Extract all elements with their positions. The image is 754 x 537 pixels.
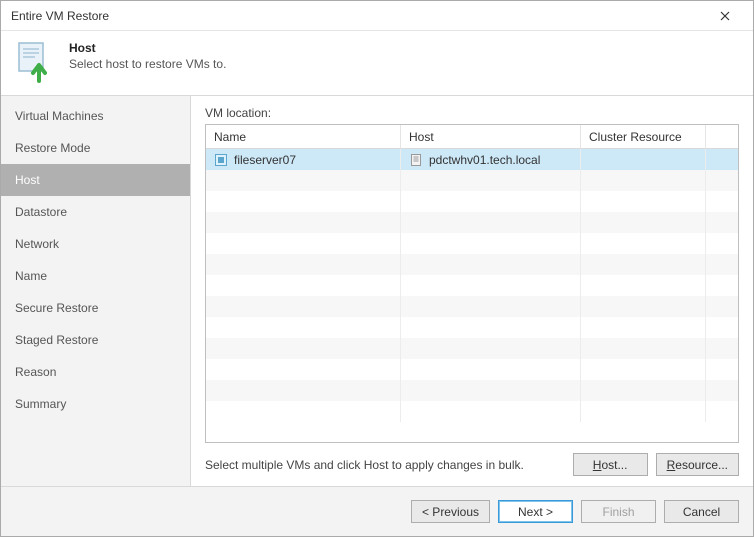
sidebar-item-datastore[interactable]: Datastore [1, 196, 190, 228]
page-subtitle: Select host to restore VMs to. [69, 57, 226, 71]
sidebar-item-staged-restore[interactable]: Staged Restore [1, 324, 190, 356]
cell-vm-name-text: fileserver07 [234, 153, 296, 167]
column-header-spacer [706, 125, 738, 148]
table-row-empty [206, 170, 738, 191]
titlebar: Entire VM Restore [1, 1, 753, 31]
hint-text: Select multiple VMs and click Host to ap… [205, 458, 565, 472]
sidebar-item-restore-mode[interactable]: Restore Mode [1, 132, 190, 164]
page-title: Host [69, 41, 226, 55]
column-header-host[interactable]: Host [401, 125, 581, 148]
resource-button[interactable]: Resource... [656, 453, 739, 476]
table-row-empty [206, 338, 738, 359]
sidebar-item-network[interactable]: Network [1, 228, 190, 260]
wizard-steps-sidebar: Virtual Machines Restore Mode Host Datas… [1, 96, 191, 486]
table-body: fileserver07 pdctwhv01.tech.local [206, 149, 738, 442]
sidebar-item-label: Virtual Machines [15, 109, 104, 123]
sidebar-item-label: Name [15, 269, 47, 283]
host-icon [409, 153, 423, 167]
table-row-empty [206, 359, 738, 380]
table-row-empty [206, 380, 738, 401]
sidebar-item-label: Datastore [15, 205, 67, 219]
hint-row: Select multiple VMs and click Host to ap… [205, 453, 739, 476]
main-panel: VM location: Name Host Cluster Resource … [191, 96, 753, 486]
table-row-empty [206, 401, 738, 422]
cell-spacer [706, 149, 738, 170]
finish-button-label: Finish [602, 505, 634, 519]
wizard-footer: < Previous Next > Finish Cancel [1, 486, 753, 536]
window-title: Entire VM Restore [11, 9, 705, 23]
table-row[interactable]: fileserver07 pdctwhv01.tech.local [206, 149, 738, 170]
sidebar-item-summary[interactable]: Summary [1, 388, 190, 420]
wizard-body: Virtual Machines Restore Mode Host Datas… [1, 96, 753, 486]
sidebar-item-name[interactable]: Name [1, 260, 190, 292]
sidebar-item-label: Secure Restore [15, 301, 98, 315]
sidebar-item-reason[interactable]: Reason [1, 356, 190, 388]
column-header-cluster[interactable]: Cluster Resource [581, 125, 706, 148]
cancel-button-label: Cancel [683, 505, 720, 519]
previous-button-label: < Previous [422, 505, 479, 519]
table-row-empty [206, 275, 738, 296]
next-button[interactable]: Next > [498, 500, 573, 523]
column-header-name[interactable]: Name [206, 125, 401, 148]
table-row-empty [206, 191, 738, 212]
finish-button: Finish [581, 500, 656, 523]
table-header-row: Name Host Cluster Resource [206, 125, 738, 149]
host-button[interactable]: Host... [573, 453, 648, 476]
sidebar-item-label: Staged Restore [15, 333, 98, 347]
restore-host-icon [15, 41, 55, 81]
sidebar-item-host[interactable]: Host [1, 164, 190, 196]
sidebar-item-secure-restore[interactable]: Secure Restore [1, 292, 190, 324]
vm-location-label: VM location: [205, 106, 739, 120]
cancel-button[interactable]: Cancel [664, 500, 739, 523]
wizard-header: Host Select host to restore VMs to. [1, 31, 753, 96]
next-button-label: Next > [518, 505, 553, 519]
cell-host-text: pdctwhv01.tech.local [429, 153, 540, 167]
cell-cluster [581, 149, 706, 170]
vm-icon [214, 153, 228, 167]
table-row-empty [206, 254, 738, 275]
table-row-empty [206, 212, 738, 233]
sidebar-item-label: Host [15, 173, 40, 187]
cell-vm-name: fileserver07 [206, 149, 401, 170]
sidebar-item-virtual-machines[interactable]: Virtual Machines [1, 100, 190, 132]
sidebar-item-label: Reason [15, 365, 56, 379]
sidebar-item-label: Restore Mode [15, 141, 90, 155]
table-row-empty [206, 296, 738, 317]
vm-location-table: Name Host Cluster Resource fileserver07 … [205, 124, 739, 443]
table-row-empty [206, 233, 738, 254]
previous-button[interactable]: < Previous [411, 500, 490, 523]
sidebar-item-label: Summary [15, 397, 66, 411]
window-close-button[interactable] [705, 2, 745, 30]
close-icon [720, 11, 730, 21]
cell-host: pdctwhv01.tech.local [401, 149, 581, 170]
table-row-empty [206, 317, 738, 338]
sidebar-item-label: Network [15, 237, 59, 251]
